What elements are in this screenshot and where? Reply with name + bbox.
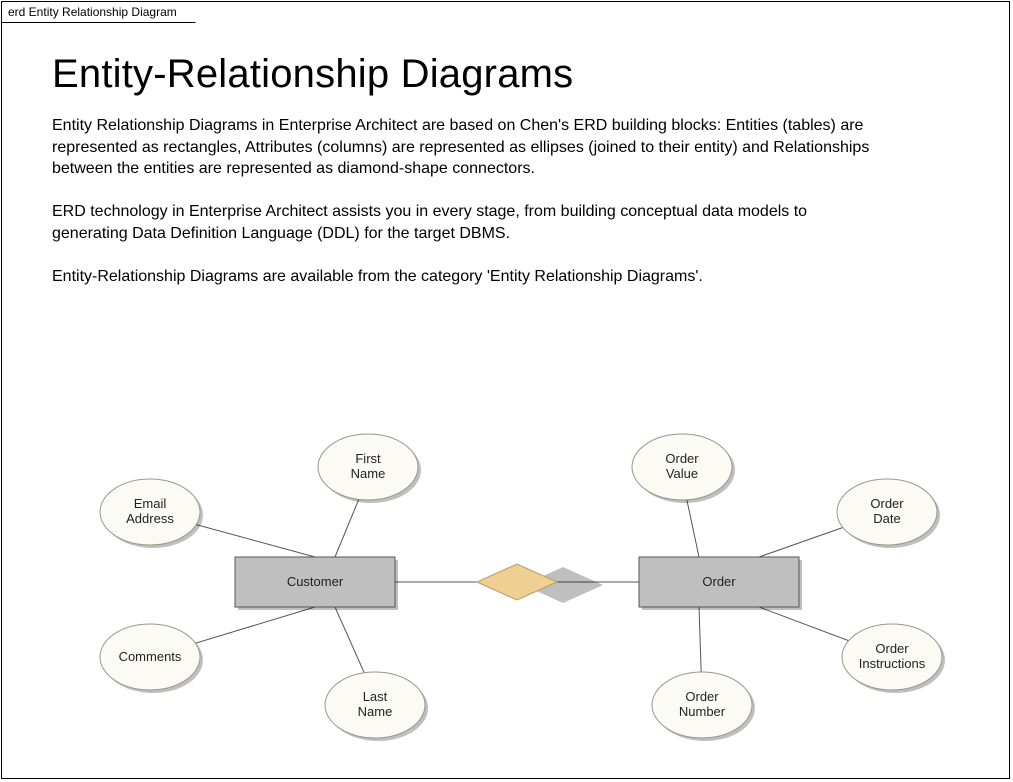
svg-text:Name: Name <box>351 466 386 481</box>
entity-order-label: Order <box>702 574 736 589</box>
svg-text:Comments: Comments <box>119 649 182 664</box>
svg-text:Order: Order <box>875 641 909 656</box>
svg-text:Date: Date <box>873 511 900 526</box>
entity-customer: Customer <box>235 557 398 610</box>
svg-text:Last: Last <box>363 689 388 704</box>
page-title: Entity-Relationship Diagrams <box>52 52 959 97</box>
entity-customer-label: Customer <box>287 574 344 589</box>
diagram-frame: erd Entity Relationship Diagram Entity-R… <box>1 1 1010 779</box>
svg-text:Email: Email <box>134 496 167 511</box>
svg-text:Value: Value <box>666 466 698 481</box>
svg-text:Order: Order <box>665 451 699 466</box>
relationship-diamond <box>477 564 603 603</box>
entity-order: Order <box>639 557 802 610</box>
frame-tab-label: erd Entity Relationship Diagram <box>1 1 196 23</box>
svg-text:Instructions: Instructions <box>859 656 926 671</box>
svg-text:Address: Address <box>126 511 174 526</box>
content-area: Entity-Relationship Diagrams Entity Rela… <box>52 52 959 288</box>
svg-text:First: First <box>355 451 381 466</box>
attribute-order-instructions: Order Instructions <box>842 624 945 693</box>
svg-text:Number: Number <box>679 704 726 719</box>
attribute-order-number: Order Number <box>652 672 755 741</box>
attribute-comments: Comments <box>100 624 203 693</box>
description-text: Entity Relationship Diagrams in Enterpri… <box>52 115 872 288</box>
attribute-email-address: Email Address <box>100 479 203 548</box>
erd-diagram: Customer Order First Name Email Address … <box>2 382 1011 772</box>
svg-text:Order: Order <box>870 496 904 511</box>
attribute-last-name: Last Name <box>325 672 428 741</box>
svg-text:Order: Order <box>685 689 719 704</box>
svg-text:Name: Name <box>358 704 393 719</box>
attribute-first-name: First Name <box>318 434 421 503</box>
attribute-order-date: Order Date <box>837 479 940 548</box>
attribute-order-value: Order Value <box>632 434 735 503</box>
